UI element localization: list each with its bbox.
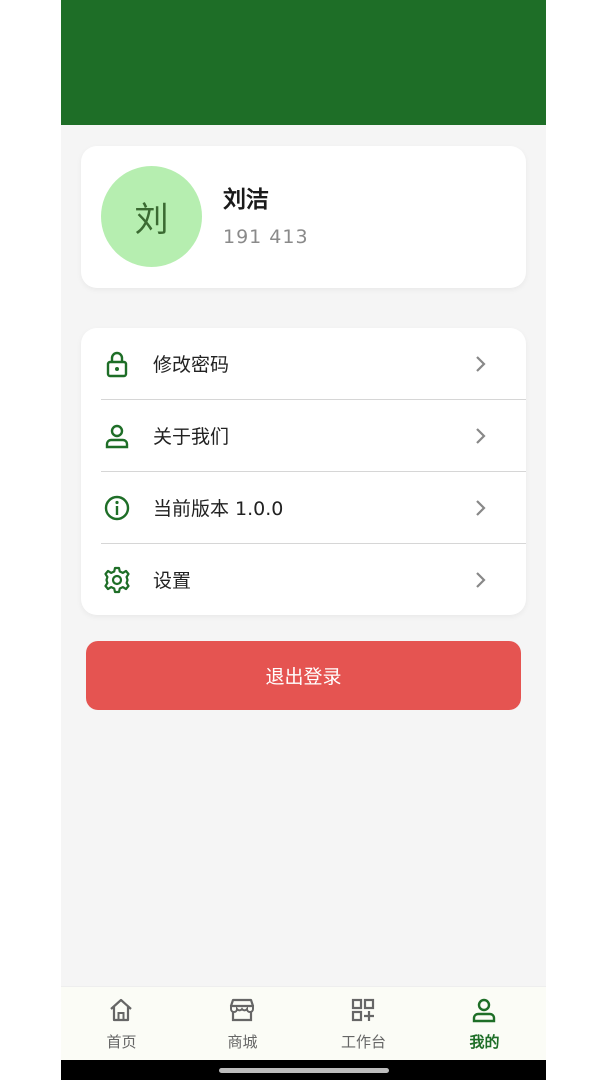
system-home-bar	[61, 1060, 546, 1080]
logout-button[interactable]: 退出登录	[86, 641, 521, 710]
info-icon	[104, 495, 130, 521]
bottom-tab-bar: 首页 商城 工作台 我的	[61, 986, 546, 1061]
user-icon	[105, 424, 129, 449]
profile-card[interactable]: 刘 刘洁 191 413	[81, 146, 526, 288]
home-icon	[110, 998, 132, 1022]
menu-item-label: 当前版本 1.0.0	[153, 498, 284, 520]
menu-item-change-password[interactable]: 修改密码	[81, 328, 526, 400]
tab-home[interactable]: 首页	[61, 987, 182, 1061]
user-phone: 191 413	[223, 226, 309, 248]
top-banner	[61, 0, 546, 125]
user-name: 刘洁	[223, 187, 269, 213]
menu-item-settings[interactable]: 设置	[81, 544, 526, 615]
grid-plus-icon	[351, 998, 375, 1022]
tab-label: 商城	[227, 1033, 258, 1051]
store-icon	[229, 998, 255, 1022]
menu-item-label: 修改密码	[153, 354, 230, 376]
home-indicator[interactable]	[219, 1068, 389, 1073]
chevron-right-icon	[476, 428, 486, 444]
chevron-right-icon	[476, 356, 486, 372]
tab-store[interactable]: 商城	[182, 987, 303, 1061]
tab-label: 工作台	[340, 1033, 386, 1051]
chevron-right-icon	[476, 500, 486, 516]
avatar: 刘	[101, 166, 202, 267]
menu-card: 修改密码 关于我们 当前版本 1.0.0 设置	[81, 328, 526, 615]
app-screen: 刘 刘洁 191 413 修改密码 关于我们 当前版本 1.0.0 设置 退出登…	[61, 0, 546, 1080]
tab-label: 我的	[469, 1033, 500, 1051]
chevron-right-icon	[476, 572, 486, 588]
menu-item-label: 设置	[153, 570, 192, 592]
user-icon	[472, 998, 496, 1023]
tab-workbench[interactable]: 工作台	[303, 987, 424, 1061]
menu-item-label: 关于我们	[153, 426, 230, 448]
tab-mine[interactable]: 我的	[424, 987, 545, 1061]
menu-item-about-us[interactable]: 关于我们	[81, 400, 526, 472]
gear-icon	[104, 566, 130, 594]
menu-item-version[interactable]: 当前版本 1.0.0	[81, 472, 526, 544]
lock-icon	[106, 351, 128, 378]
tab-label: 首页	[106, 1033, 137, 1051]
